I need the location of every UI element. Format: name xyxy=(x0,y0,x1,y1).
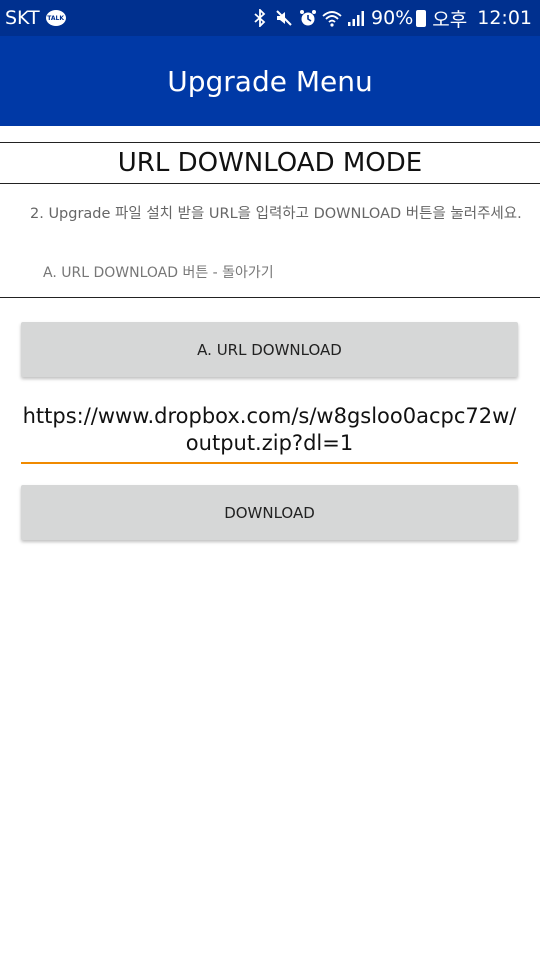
ampm-label: 오후 xyxy=(432,8,468,31)
battery-percent: 90% xyxy=(371,7,414,29)
battery-charging-icon xyxy=(416,9,427,27)
signal-icon xyxy=(345,9,367,27)
mode-title: URL DOWNLOAD MODE xyxy=(0,142,540,184)
app-title: Upgrade Menu xyxy=(167,64,373,98)
status-bar-right: 90% 오후 12:01 xyxy=(247,5,532,32)
url-download-button[interactable]: A. URL DOWNLOAD xyxy=(21,322,518,377)
mute-icon xyxy=(273,9,295,27)
url-input[interactable]: https://www.dropbox.com/s/w8gsloo0acpc72… xyxy=(21,398,518,464)
instruction-text: 2. Upgrade 파일 설치 받을 URL을 입력하고 DOWNLOAD 버… xyxy=(30,206,522,222)
wifi-icon xyxy=(321,9,343,27)
clock: 12:01 xyxy=(477,7,532,29)
divider xyxy=(0,297,540,298)
alarm-icon xyxy=(297,9,319,27)
status-bar-left: SKT TALK xyxy=(5,7,66,29)
carrier-label: SKT xyxy=(5,7,40,29)
status-bar: SKT TALK 90% 오후 12:01 xyxy=(0,0,540,36)
bluetooth-icon xyxy=(249,9,271,27)
app-bar: Upgrade Menu xyxy=(0,36,540,126)
hint-text: A. URL DOWNLOAD 버튼 - 돌아가기 xyxy=(43,265,274,281)
download-button[interactable]: DOWNLOAD xyxy=(21,485,518,540)
kakaotalk-icon: TALK xyxy=(45,10,66,26)
